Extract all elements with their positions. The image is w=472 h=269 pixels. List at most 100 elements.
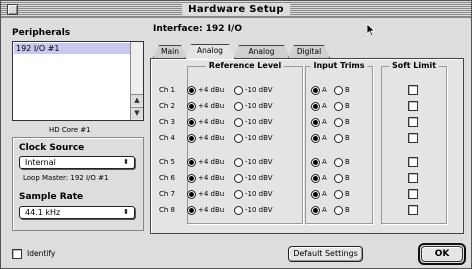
- ref-minus10-radio[interactable]: -10 dBV: [234, 189, 272, 200]
- channel-label: Ch 1: [159, 86, 176, 94]
- trim-b-radio[interactable]: B: [334, 205, 350, 216]
- analog-in-panel: Reference Level Input Trims Soft Limit C…: [150, 58, 464, 234]
- reference-level-title: Reference Level: [205, 61, 285, 70]
- sample-rate-value: 44.1 kHz: [25, 208, 61, 217]
- option-label: A: [322, 206, 327, 214]
- soft-limit-checkbox[interactable]: [408, 173, 418, 183]
- option-label: A: [322, 102, 327, 110]
- soft-limit-checkbox[interactable]: [408, 189, 418, 199]
- trim-b-radio[interactable]: B: [334, 101, 350, 112]
- soft-limit-checkbox[interactable]: [408, 85, 418, 95]
- ref-plus4-radio[interactable]: +4 dBu: [187, 117, 224, 128]
- ref-plus4-radio[interactable]: +4 dBu: [187, 133, 224, 144]
- channel-row: Ch 8 +4 dBu -10 dBV A B: [151, 205, 461, 217]
- radio-icon: [311, 157, 320, 167]
- channel-label: Ch 8: [159, 206, 176, 214]
- option-label: B: [345, 158, 350, 166]
- hardware-setup-window: Hardware Setup Peripherals 192 I/O #1 ▲ …: [0, 0, 472, 269]
- trim-b-radio[interactable]: B: [334, 173, 350, 184]
- identify-checkbox[interactable]: [12, 249, 22, 259]
- trim-b-radio[interactable]: B: [334, 157, 350, 168]
- trim-b-radio[interactable]: B: [334, 189, 350, 200]
- trim-b-radio[interactable]: B: [334, 133, 350, 144]
- option-label: B: [345, 174, 350, 182]
- trim-a-radio[interactable]: A: [311, 189, 327, 200]
- radio-icon: [234, 101, 243, 111]
- list-item[interactable]: 192 I/O #1: [14, 43, 130, 54]
- list-scrollbar[interactable]: ▲ ▼: [130, 42, 143, 120]
- trim-a-radio[interactable]: A: [311, 101, 327, 112]
- title-bar[interactable]: Hardware Setup: [1, 1, 471, 18]
- radio-icon: [187, 173, 196, 183]
- option-label: B: [345, 86, 350, 94]
- option-label: -10 dBV: [245, 134, 273, 142]
- option-label: -10 dBV: [245, 206, 273, 214]
- radio-icon: [234, 157, 243, 167]
- soft-limit-checkbox[interactable]: [408, 157, 418, 167]
- channel-label: Ch 2: [159, 102, 176, 110]
- ref-minus10-radio[interactable]: -10 dBV: [234, 173, 272, 184]
- ref-minus10-radio[interactable]: -10 dBV: [234, 157, 272, 168]
- channel-row: Ch 5 +4 dBu -10 dBV A B: [151, 157, 461, 169]
- channel-row: Ch 1 +4 dBu -10 dBV A B: [151, 85, 461, 97]
- option-label: +4 dBu: [198, 190, 225, 198]
- ref-plus4-radio[interactable]: +4 dBu: [187, 101, 224, 112]
- ref-minus10-radio[interactable]: -10 dBV: [234, 133, 272, 144]
- ref-minus10-radio[interactable]: -10 dBV: [234, 101, 272, 112]
- ref-minus10-radio[interactable]: -10 dBV: [234, 85, 272, 96]
- tab-digital[interactable]: Digital: [288, 45, 330, 58]
- tab-main[interactable]: Main: [153, 45, 187, 58]
- soft-limit-checkbox[interactable]: [408, 205, 418, 215]
- option-label: +4 dBu: [198, 102, 225, 110]
- trim-a-radio[interactable]: A: [311, 205, 327, 216]
- popup-arrows-icon: ⬍: [123, 158, 129, 166]
- option-label: B: [345, 134, 350, 142]
- trim-a-radio[interactable]: A: [311, 133, 327, 144]
- radio-icon: [334, 133, 343, 143]
- option-label: +4 dBu: [198, 206, 225, 214]
- tab-analog-in[interactable]: Analog In: [185, 44, 235, 59]
- mouse-pointer-icon: [366, 23, 376, 37]
- trim-a-radio[interactable]: A: [311, 173, 327, 184]
- interface-label: Interface: 192 I/O: [153, 24, 242, 34]
- option-label: A: [322, 174, 327, 182]
- ref-plus4-radio[interactable]: +4 dBu: [187, 189, 224, 200]
- identify-label: Identify: [27, 249, 56, 258]
- scroll-up-arrow-icon[interactable]: ▲: [131, 94, 143, 106]
- default-settings-button[interactable]: Default Settings: [288, 246, 363, 262]
- soft-limit-checkbox[interactable]: [408, 101, 418, 111]
- radio-icon: [311, 189, 320, 199]
- option-label: A: [322, 134, 327, 142]
- radio-icon: [334, 173, 343, 183]
- soft-limit-checkbox[interactable]: [408, 133, 418, 143]
- ref-plus4-radio[interactable]: +4 dBu: [187, 85, 224, 96]
- ok-button[interactable]: OK: [418, 243, 466, 265]
- soft-limit-checkbox[interactable]: [408, 117, 418, 127]
- ref-plus4-radio[interactable]: +4 dBu: [187, 205, 224, 216]
- trim-b-radio[interactable]: B: [334, 117, 350, 128]
- scroll-down-arrow-icon[interactable]: ▼: [131, 107, 143, 119]
- peripherals-list[interactable]: 192 I/O #1 ▲ ▼: [12, 41, 144, 121]
- clock-source-popup[interactable]: Internal ⬍: [19, 156, 135, 169]
- radio-icon: [311, 133, 320, 143]
- ok-button-label: OK: [421, 246, 463, 262]
- ref-minus10-radio[interactable]: -10 dBV: [234, 205, 272, 216]
- channel-label: Ch 5: [159, 158, 176, 166]
- clock-sample-group: Clock Source Internal ⬍ Loop Master: 192…: [12, 137, 144, 231]
- trim-b-radio[interactable]: B: [334, 85, 350, 96]
- channel-row: Ch 7 +4 dBu -10 dBV A B: [151, 189, 461, 201]
- option-label: A: [322, 118, 327, 126]
- radio-icon: [311, 117, 320, 127]
- trim-a-radio[interactable]: A: [311, 85, 327, 96]
- channel-row: Ch 2 +4 dBu -10 dBV A B: [151, 101, 461, 113]
- ref-plus4-radio[interactable]: +4 dBu: [187, 173, 224, 184]
- trim-a-radio[interactable]: A: [311, 157, 327, 168]
- radio-icon: [187, 101, 196, 111]
- sample-rate-popup[interactable]: 44.1 kHz ⬍: [19, 206, 135, 219]
- option-label: -10 dBV: [245, 190, 273, 198]
- close-box[interactable]: [7, 4, 18, 15]
- ref-minus10-radio[interactable]: -10 dBV: [234, 117, 272, 128]
- ref-plus4-radio[interactable]: +4 dBu: [187, 157, 224, 168]
- trim-a-radio[interactable]: A: [311, 117, 327, 128]
- tab-analog-out[interactable]: Analog Out: [233, 45, 290, 58]
